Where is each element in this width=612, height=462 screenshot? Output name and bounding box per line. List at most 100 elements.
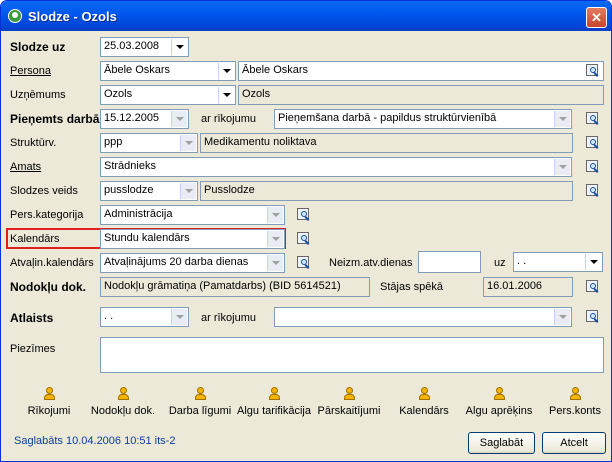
pienemts-rikojums-combo[interactable]: Pieņemšana darbā - papildus struktūrvien… bbox=[274, 109, 572, 129]
person-icon bbox=[269, 387, 280, 401]
pers-kategorija-label: Pers.kategorija bbox=[10, 209, 84, 221]
kalendars-lookup-icon[interactable] bbox=[296, 231, 312, 247]
atvalin-kalendars-combo[interactable]: Atvaļinājums 20 darba dienas bbox=[100, 253, 285, 273]
persona-lookup-icon[interactable] bbox=[585, 63, 601, 79]
toolbar-nodoklu-dok-button[interactable]: Nodokļu dok. bbox=[89, 387, 157, 417]
strukturv-name-value: Medikamentu noliktava bbox=[204, 136, 317, 148]
uz-date-value: . . bbox=[517, 255, 527, 267]
pers-kategorija-value: Administrācija bbox=[104, 208, 173, 220]
dialog-window: Slodze - Ozols ✕ Slodze uz 25.03.2008 Pe… bbox=[0, 0, 612, 462]
uznemums-label: Uzņēmums bbox=[10, 89, 66, 101]
toolbar-algu-tarifikacija-button[interactable]: Algu tarifikācija bbox=[235, 387, 313, 417]
save-status-text: Saglabāts 10.04.2006 10:51 its-2 bbox=[14, 435, 176, 447]
atvalin-kalendars-value: Atvaļinājums 20 darba dienas bbox=[104, 256, 249, 268]
app-icon bbox=[8, 9, 22, 23]
chevron-down-icon[interactable] bbox=[218, 87, 234, 103]
save-button[interactable]: Saglabāt bbox=[468, 432, 535, 454]
pienemts-date-value: 15.12.2005 bbox=[104, 112, 160, 124]
uznemums-name-value: Ozols bbox=[242, 88, 271, 100]
persona-code-value: Ābele Oskars bbox=[104, 64, 171, 76]
title-bar[interactable]: Slodze - Ozols ✕ bbox=[1, 1, 611, 31]
atlaists-date-value: . . bbox=[104, 310, 114, 322]
toolbar-darba-ligumi-button[interactable]: Darba līgumi bbox=[167, 387, 233, 417]
slodzes-veids-code-value: pusslodze bbox=[104, 184, 154, 196]
toolbar-pers-konts-button[interactable]: Pers.konts bbox=[545, 387, 605, 417]
toolbar-parskaitijumi-label: Pārskaitījumi bbox=[317, 405, 381, 417]
atlaists-label: Atlaists bbox=[10, 311, 54, 325]
persona-name-field[interactable]: Ābele Oskars bbox=[238, 61, 604, 81]
chevron-down-icon[interactable] bbox=[554, 159, 570, 175]
chevron-down-icon[interactable] bbox=[171, 309, 187, 325]
chevron-down-icon[interactable] bbox=[554, 309, 570, 325]
persona-label: Persona bbox=[10, 65, 51, 77]
chevron-down-icon[interactable] bbox=[554, 111, 570, 127]
chevron-down-icon[interactable] bbox=[267, 207, 283, 223]
chevron-down-icon[interactable] bbox=[171, 111, 187, 127]
chevron-down-icon[interactable] bbox=[267, 255, 283, 271]
toolbar-rikojumi-label: Rīkojumi bbox=[27, 405, 71, 417]
uznemums-code-value: Ozols bbox=[104, 88, 133, 100]
ar-rikojumu-label-2: ar rīkojumu bbox=[201, 312, 257, 324]
strukturv-lookup-icon[interactable] bbox=[585, 135, 601, 151]
uz-label: uz bbox=[494, 257, 506, 269]
slodze-uz-date-field[interactable]: 25.03.2008 bbox=[100, 37, 189, 57]
stajas-speka-field: 16.01.2006 bbox=[483, 277, 573, 297]
atvalin-kalendars-label: Atvaļin.kalendārs bbox=[10, 257, 94, 269]
atlaists-date-field[interactable]: . . bbox=[100, 307, 189, 327]
pers-kategorija-combo[interactable]: Administrācija bbox=[100, 205, 285, 225]
person-icon bbox=[494, 387, 505, 401]
toolbar-kalendars-label: Kalendārs bbox=[399, 405, 449, 417]
toolbar-nodoklu-dok-label: Nodokļu dok. bbox=[90, 405, 156, 417]
kalendars-value: Stundu kalendārs bbox=[104, 232, 190, 244]
chevron-down-icon[interactable] bbox=[218, 63, 234, 79]
neizm-atv-dienas-input[interactable] bbox=[418, 251, 481, 273]
toolbar-parskaitijumi-button[interactable]: Pārskaitījumi bbox=[317, 387, 381, 417]
slodzes-veids-label: Slodzes veids bbox=[10, 185, 78, 197]
piezimes-label: Piezīmes bbox=[10, 343, 56, 355]
uz-date-field[interactable]: . . bbox=[513, 252, 603, 272]
toolbar-algu-aprekins-button[interactable]: Algu aprēķins bbox=[463, 387, 535, 417]
person-icon bbox=[195, 387, 206, 401]
chevron-down-icon[interactable] bbox=[180, 183, 196, 199]
amats-label: Amats bbox=[10, 161, 41, 173]
uznemums-code-combo[interactable]: Ozols bbox=[100, 85, 236, 105]
strukturv-code-combo[interactable]: ppp bbox=[100, 133, 198, 153]
chevron-down-icon[interactable] bbox=[171, 39, 187, 55]
toolbar-algu-aprekins-label: Algu aprēķins bbox=[465, 405, 533, 417]
slodzes-veids-name-value: Pusslodze bbox=[204, 184, 255, 196]
strukturv-label: Struktūrv. bbox=[10, 137, 57, 149]
chevron-down-icon[interactable] bbox=[180, 135, 196, 151]
pers-kategorija-lookup-icon[interactable] bbox=[296, 207, 312, 223]
persona-label-text: Persona bbox=[10, 65, 51, 77]
close-button[interactable]: ✕ bbox=[586, 7, 607, 28]
amats-lookup-icon[interactable] bbox=[585, 159, 601, 175]
person-icon bbox=[344, 387, 355, 401]
pienemts-darba-label: Pieņemts darbā bbox=[10, 112, 100, 126]
piezimes-textarea[interactable] bbox=[100, 337, 604, 373]
amats-combo[interactable]: Strādnieks bbox=[100, 157, 572, 177]
atlaists-lookup-icon[interactable] bbox=[585, 309, 601, 325]
atvalin-kalendars-lookup-icon[interactable] bbox=[296, 255, 312, 271]
cancel-button[interactable]: Atcelt bbox=[542, 432, 606, 454]
ar-rikojumu-label: ar rīkojumu bbox=[201, 113, 257, 125]
persona-code-combo[interactable]: Ābele Oskars bbox=[100, 61, 236, 81]
window-title: Slodze - Ozols bbox=[28, 9, 117, 24]
pienemts-date-field[interactable]: 15.12.2005 bbox=[100, 109, 189, 129]
nodoklu-dok-value: Nodokļu grāmatiņa (Pamatdarbs) (BID 5614… bbox=[104, 280, 341, 292]
slodzes-veids-name-field: Pusslodze bbox=[200, 181, 573, 201]
toolbar-kalendars-button[interactable]: Kalendārs bbox=[394, 387, 454, 417]
amats-value: Strādnieks bbox=[104, 160, 156, 172]
nodoklu-dok-lookup-icon[interactable] bbox=[585, 279, 601, 295]
chevron-down-icon[interactable] bbox=[585, 254, 601, 270]
person-icon bbox=[118, 387, 129, 401]
kalendars-combo[interactable]: Stundu kalendārs bbox=[100, 229, 285, 249]
slodzes-veids-code-combo[interactable]: pusslodze bbox=[100, 181, 198, 201]
atlaists-rikojums-combo[interactable] bbox=[274, 307, 572, 327]
neizm-atv-dienas-label: Neizm.atv.dienas bbox=[329, 257, 413, 269]
toolbar-algu-tarifikacija-label: Algu tarifikācija bbox=[237, 405, 311, 417]
nodoklu-dok-field: Nodokļu grāmatiņa (Pamatdarbs) (BID 5614… bbox=[100, 277, 370, 297]
pienemts-lookup-icon[interactable] bbox=[585, 111, 601, 127]
chevron-down-icon[interactable] bbox=[267, 231, 283, 247]
slodzes-veids-lookup-icon[interactable] bbox=[585, 183, 601, 199]
toolbar-rikojumi-button[interactable]: Rīkojumi bbox=[21, 387, 77, 417]
